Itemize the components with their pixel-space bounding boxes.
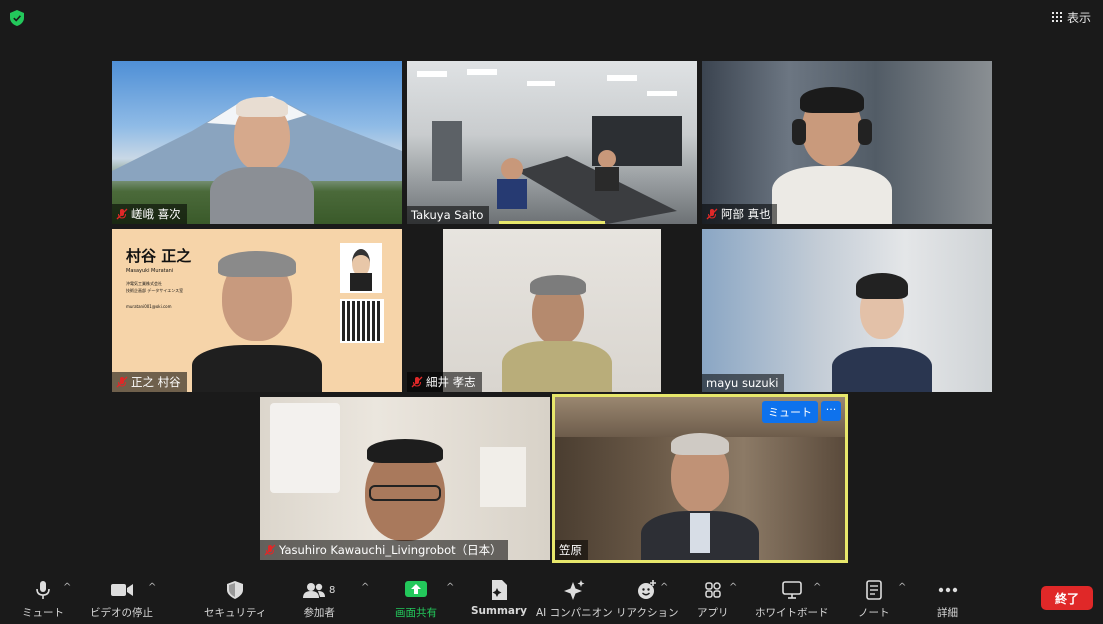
participant-count: 8 bbox=[329, 584, 336, 596]
calendar-on-wall bbox=[480, 447, 526, 507]
participants-button[interactable]: 8 参加者 bbox=[303, 580, 335, 620]
muted-mic-icon bbox=[706, 208, 718, 220]
participant-name-tag: Yasuhiro Kawauchi_Livingrobot（日本） bbox=[260, 540, 508, 560]
muted-mic-icon bbox=[116, 376, 128, 388]
video-tile-abe[interactable]: 阿部 真也 bbox=[702, 61, 992, 224]
participant-video bbox=[192, 245, 322, 392]
video-tile-muratani[interactable]: 村谷 正之 Masayuki Muratani 沖電気工業株式会社 技術企画部 … bbox=[112, 229, 402, 392]
video-tile-saga[interactable]: 嵯峨 喜次 bbox=[112, 61, 402, 224]
end-meeting-button[interactable]: 終了 bbox=[1041, 586, 1093, 610]
summary-button[interactable]: Summary bbox=[471, 580, 527, 617]
participant-name-tag: 正之 村谷 bbox=[112, 372, 187, 392]
video-tile-hosoi[interactable]: 細井 孝志 bbox=[407, 229, 697, 392]
mute-options-caret[interactable]: ^ bbox=[63, 582, 71, 593]
participant-video bbox=[772, 81, 892, 224]
share-screen-button[interactable]: 画面共有 bbox=[395, 580, 437, 620]
participant-video bbox=[822, 267, 942, 392]
apps-icon bbox=[705, 582, 721, 598]
notes-button[interactable]: ノート bbox=[858, 580, 890, 620]
muted-mic-icon bbox=[116, 208, 128, 220]
tile-mute-button[interactable]: ミュート bbox=[762, 401, 818, 423]
participant-name-tag: Takuya Saito bbox=[407, 206, 490, 224]
participants-options-caret[interactable]: ^ bbox=[361, 582, 369, 593]
view-label: 表示 bbox=[1066, 10, 1091, 25]
apps-button[interactable]: アプリ bbox=[697, 580, 729, 620]
muted-mic-icon bbox=[411, 376, 423, 388]
stop-video-button[interactable]: ビデオの停止 bbox=[90, 580, 153, 620]
notes-icon bbox=[865, 580, 882, 600]
participant-name-tag: 嵯峨 喜次 bbox=[112, 204, 187, 224]
security-shield-icon bbox=[10, 10, 24, 26]
tile-more-button[interactable]: ··· bbox=[821, 401, 841, 421]
video-options-caret[interactable]: ^ bbox=[148, 582, 156, 593]
participant-video bbox=[502, 269, 612, 392]
emoji-reaction-icon bbox=[638, 580, 657, 599]
meeting-toolbar: ミュート ^ ビデオの停止 ^ セキュリティ 8 参加者 ^ 画面共有 ^ Su… bbox=[0, 574, 1103, 624]
participant-name-tag: mayu suzuki bbox=[702, 374, 785, 392]
notes-options-caret[interactable]: ^ bbox=[898, 582, 906, 593]
participant-video bbox=[202, 89, 322, 224]
participant-name-tag: 笠原 bbox=[555, 540, 588, 560]
video-tile-kawauchi[interactable]: Yasuhiro Kawauchi_Livingrobot（日本） bbox=[260, 397, 550, 560]
whiteboard-icon bbox=[781, 581, 802, 599]
muted-mic-icon bbox=[264, 544, 276, 556]
shield-icon bbox=[227, 581, 244, 599]
grid-view-icon bbox=[1051, 12, 1062, 22]
apps-options-caret[interactable]: ^ bbox=[729, 582, 737, 593]
participant-video bbox=[635, 427, 765, 560]
video-camera-icon bbox=[110, 584, 133, 596]
security-button[interactable]: セキュリティ bbox=[204, 580, 266, 620]
caricature-image bbox=[340, 243, 382, 293]
reaction-button[interactable]: リアクション bbox=[616, 580, 678, 620]
video-tile-takuya-saito[interactable]: Takuya Saito bbox=[407, 61, 697, 224]
reaction-options-caret[interactable]: ^ bbox=[660, 582, 668, 593]
mute-button[interactable]: ミュート bbox=[22, 580, 64, 620]
speaking-indicator bbox=[499, 221, 605, 224]
more-button[interactable]: 詳細 bbox=[937, 580, 958, 620]
view-button[interactable]: 表示 bbox=[1051, 8, 1091, 26]
qr-code-image bbox=[340, 299, 384, 343]
participant-name-tag: 阿部 真也 bbox=[702, 204, 777, 224]
whiteboard-options-caret[interactable]: ^ bbox=[813, 582, 821, 593]
shirt-on-wall bbox=[270, 403, 340, 493]
ai-companion-button[interactable]: AI コンパニオン bbox=[536, 580, 613, 620]
video-tile-mayu-suzuki[interactable]: mayu suzuki bbox=[702, 229, 992, 392]
video-tile-kasahara-active[interactable]: ミュート ··· 笠原 bbox=[552, 394, 848, 563]
participant-name-tag: 細井 孝志 bbox=[407, 372, 482, 392]
share-screen-icon bbox=[405, 581, 427, 597]
virtual-background-card: 村谷 正之 Masayuki Muratani 沖電気工業株式会社 技術企画部 … bbox=[126, 247, 192, 309]
microphone-icon bbox=[36, 581, 50, 599]
more-dots-icon bbox=[938, 587, 957, 593]
share-options-caret[interactable]: ^ bbox=[446, 582, 454, 593]
sparkle-icon bbox=[564, 580, 585, 600]
office-room-scene bbox=[417, 69, 682, 224]
participants-icon bbox=[303, 583, 325, 598]
summary-document-icon bbox=[492, 580, 508, 600]
